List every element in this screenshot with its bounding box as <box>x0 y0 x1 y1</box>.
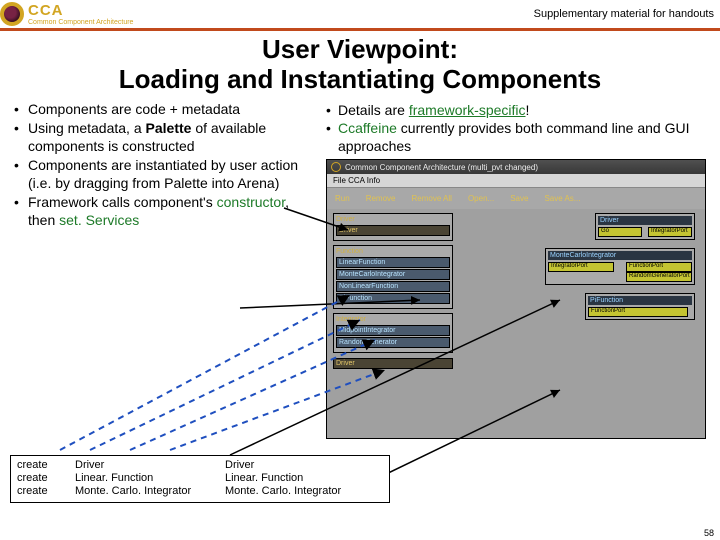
arena-mci[interactable]: MonteCarloIntegrator IntegratorPortFunct… <box>545 248 695 285</box>
arena-driver[interactable]: Driver GoIntegratorPort <box>595 213 695 240</box>
palette-chip-linearfunction[interactable]: LinearFunction <box>336 257 450 268</box>
title-line-1: User Viewpoint: <box>262 34 458 64</box>
logo-block: CCA Common Component Architecture <box>0 2 133 26</box>
gui-title-text: Common Component Architecture (multi_pvt… <box>345 163 538 172</box>
gui-body: Driver Driver Function LinearFunction Mo… <box>327 209 705 431</box>
logo-text-cca: CCA <box>28 3 133 18</box>
header-divider <box>0 28 720 31</box>
palette-chip-pi[interactable]: PiFunction <box>336 293 450 304</box>
toolbar-save[interactable]: Save <box>510 194 528 203</box>
slide-header: CCA Common Component Architecture Supple… <box>0 0 720 26</box>
right-bullet-1: •Details are framework-specific! <box>326 101 712 119</box>
arena-column: Driver GoIntegratorPort MonteCarloIntegr… <box>459 213 699 427</box>
palette-column: Driver Driver Function LinearFunction Mo… <box>333 213 453 427</box>
bullet-1: •Components are code + metadata <box>8 101 318 119</box>
palette-group-function: Function LinearFunction MonteCarloIntegr… <box>333 245 453 309</box>
port-random[interactable]: RandomGeneratorPort <box>626 272 692 282</box>
slide-number: 58 <box>704 528 714 538</box>
palette-chip-mci[interactable]: MonteCarloIntegrator <box>336 269 450 280</box>
bullet-3: •Components are instantiated by user act… <box>8 157 318 192</box>
gui-logo-icon <box>331 162 341 172</box>
palette-chip-nlf[interactable]: NonLinearFunction <box>336 281 450 292</box>
gui-menu-file[interactable]: File CCA Info <box>327 174 705 188</box>
gui-toolbar: Run Remove Remove All Open... Save Save … <box>327 188 705 209</box>
port-function[interactable]: FunctionPort <box>626 262 692 272</box>
toolbar-remove-all[interactable]: Remove All <box>411 194 451 203</box>
logo-subtitle: Common Component Architecture <box>28 19 133 26</box>
cca-logo-icon <box>0 2 24 26</box>
gui-titlebar: Common Component Architecture (multi_pvt… <box>327 160 705 174</box>
toolbar-remove[interactable]: Remove <box>366 194 396 203</box>
toolbar-save-as[interactable]: Save As... <box>544 194 580 203</box>
palette-chip-rnd[interactable]: RandomGenerator <box>336 337 450 348</box>
arena-pifunction[interactable]: PiFunction FunctionPort <box>585 293 695 320</box>
port-integrator[interactable]: IntegratorPort <box>548 262 614 272</box>
title-line-2: Loading and Instantiating Components <box>119 64 601 94</box>
palette-chip-driver[interactable]: Driver <box>336 225 450 236</box>
palette-group-driver: Driver Driver <box>333 213 453 241</box>
command-block: create Driver Driver create Linear. Func… <box>10 455 390 503</box>
toolbar-open[interactable]: Open... <box>468 194 494 203</box>
cmd-row-3: create Monte. Carlo. Integrator Monte. C… <box>17 485 383 498</box>
port-functionport[interactable]: FunctionPort <box>588 307 688 317</box>
left-column: •Components are code + metadata •Using m… <box>8 101 318 440</box>
right-bullet-2: •Ccaffeine currently provides both comma… <box>326 119 712 155</box>
slide-title: User Viewpoint: Loading and Instantiatin… <box>0 35 720 95</box>
port-int-r[interactable]: IntegratorPort <box>648 227 692 237</box>
content-area: •Components are code + metadata •Using m… <box>0 95 720 440</box>
palette-chip-driver-bottom[interactable]: Driver <box>333 358 453 369</box>
cmd-row-1: create Driver Driver <box>17 459 383 472</box>
gui-screenshot: Common Component Architecture (multi_pvt… <box>326 159 706 439</box>
toolbar-run[interactable]: Run <box>335 194 350 203</box>
bullet-4: •Framework calls component's constructor… <box>8 194 318 229</box>
bullet-2: •Using metadata, a Palette of available … <box>8 120 318 155</box>
port-go[interactable]: Go <box>598 227 642 237</box>
palette-chip-mpi[interactable]: MidpointIntegrator <box>336 325 450 336</box>
cmd-row-2: create Linear. Function Linear. Function <box>17 472 383 485</box>
supplementary-label: Supplementary material for handouts <box>534 8 714 20</box>
right-column: •Details are framework-specific! •Ccaffe… <box>326 101 712 440</box>
palette-group-integrator: Integrator MidpointIntegrator RandomGene… <box>333 313 453 353</box>
